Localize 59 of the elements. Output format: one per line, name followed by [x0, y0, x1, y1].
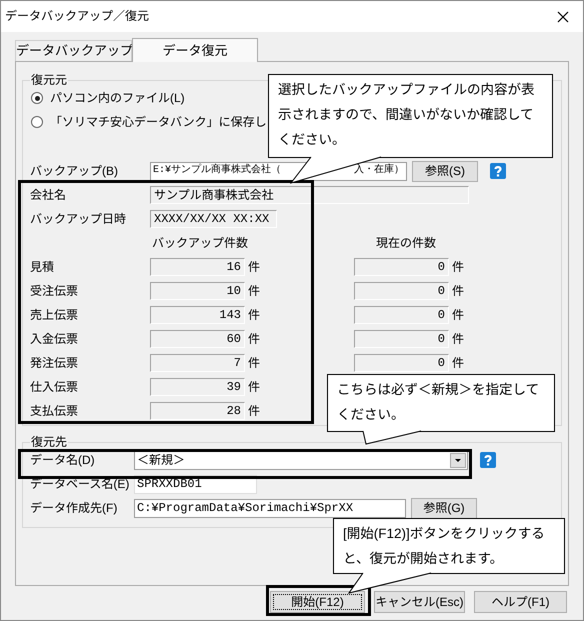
path-field[interactable]: C:¥ProgramData¥Sorimachi¥SprXX [134, 498, 406, 518]
unit-label: 件 [247, 381, 262, 393]
close-icon[interactable] [557, 10, 569, 22]
unit-label: 件 [247, 261, 262, 273]
unit-label: 件 [247, 309, 262, 321]
unit-label: 件 [451, 309, 466, 321]
dialog-button[interactable]: 開始(F12) [270, 591, 365, 613]
row-label: 発注伝票 [30, 357, 80, 369]
tab[interactable]: データバックアップ [15, 40, 132, 61]
dialog-button[interactable]: キャンセル(Esc) [374, 591, 465, 613]
column-header: 現在の件数 [374, 237, 437, 249]
count-field: 0 [354, 354, 449, 372]
count-field: 0 [354, 282, 449, 300]
dialog-button[interactable]: ヘルプ(F1) [474, 591, 567, 613]
count-field: 0 [354, 258, 449, 276]
unit-label: 件 [247, 333, 262, 345]
field-label: バックアップ(B) [30, 165, 119, 177]
date-field: XXXX/XX/XX XX:XX [150, 210, 277, 228]
row-label: 支払伝票 [30, 405, 80, 417]
radio-button[interactable] [31, 92, 43, 104]
count-field: 16 [150, 258, 245, 276]
unit-label: 件 [247, 285, 262, 297]
row-label: 売上伝票 [30, 309, 80, 321]
callout-tail [362, 430, 422, 445]
unit-label: 件 [247, 357, 262, 369]
radio-button[interactable] [31, 116, 43, 128]
help-icon [490, 163, 506, 179]
field-label: 会社名 [30, 189, 68, 201]
browse-button[interactable]: 参照(S) [412, 160, 478, 182]
unit-label: 件 [451, 285, 466, 297]
count-field: 60 [150, 330, 245, 348]
count-field: 39 [150, 378, 245, 396]
count-field: 143 [150, 306, 245, 324]
group-title: 復元先 [30, 436, 68, 448]
count-field: 0 [354, 330, 449, 348]
unit-label: 件 [451, 357, 466, 369]
field-label: バックアップ日時 [30, 213, 128, 225]
row-label: 入金伝票 [30, 333, 80, 345]
row-label: 見積 [30, 261, 56, 273]
radio-label[interactable]: パソコン内のファイル(L) [50, 92, 185, 104]
unit-label: 件 [451, 261, 466, 273]
tab[interactable]: データ復元 [132, 38, 258, 62]
group-title: 復元元 [30, 74, 68, 86]
row-label: 受注伝票 [30, 285, 80, 297]
field-label: データ作成先(F) [30, 502, 118, 514]
column-header: バックアップ件数 [150, 237, 249, 249]
count-field: 28 [150, 402, 245, 420]
radio-label[interactable]: 「ソリマチ安心データバンク」に保存し [50, 116, 267, 128]
company-field: サンプル商事株式会社 [150, 186, 469, 204]
field-label: データ名(D) [30, 454, 96, 466]
row-label: 仕入伝票 [30, 381, 80, 393]
count-field: 7 [150, 354, 245, 372]
help-icon [480, 452, 496, 468]
unit-label: 件 [451, 333, 466, 345]
count-field: 0 [354, 306, 449, 324]
count-field: 10 [150, 282, 245, 300]
unit-label: 件 [247, 405, 262, 417]
browse-button[interactable]: 参照(G) [411, 498, 477, 518]
window-title: データバックアップ／復元 [5, 9, 150, 24]
